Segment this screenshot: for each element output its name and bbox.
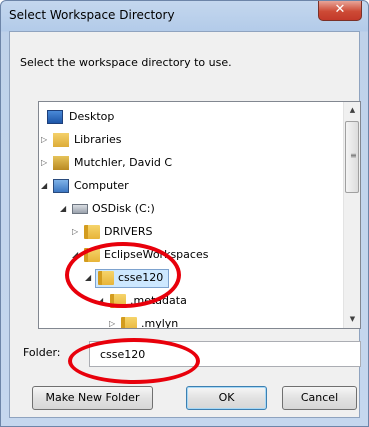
tree-item-label: Desktop (69, 110, 115, 123)
tree-item-label: Computer (74, 179, 129, 192)
tree-item-csse120[interactable]: ◢ csse120 (39, 268, 339, 288)
desktop-icon (47, 110, 63, 124)
instruction-text: Select the workspace directory to use. (20, 56, 232, 69)
expand-arrow-icon[interactable]: ▷ (72, 222, 78, 242)
tree-item-metadata[interactable]: ◢ .metadata (39, 291, 339, 311)
folder-icon (110, 294, 126, 308)
collapse-arrow-icon[interactable]: ◢ (60, 199, 66, 219)
expand-arrow-icon[interactable]: ▷ (109, 314, 115, 328)
tree-item-drivers[interactable]: ▷ DRIVERS (39, 222, 339, 242)
user-folder-icon (53, 156, 69, 170)
folder-tree[interactable]: Desktop ▷ Libraries ▷ Mutchler, David C … (38, 101, 361, 329)
folder-icon (98, 271, 114, 285)
collapse-arrow-icon[interactable]: ◢ (97, 291, 103, 311)
tree-item-osdisk[interactable]: ◢ OSDisk (C:) (39, 199, 339, 219)
tree-item-label: EclipseWorkspaces (104, 248, 209, 261)
close-button[interactable]: ✕ (318, 1, 362, 21)
tree-item-label: Mutchler, David C (74, 156, 173, 169)
expand-arrow-icon[interactable]: ▷ (41, 130, 47, 150)
dialog-window: Select Workspace Directory ✕ Select the … (0, 0, 369, 427)
collapse-arrow-icon[interactable]: ◢ (41, 176, 47, 196)
folder-icon (84, 248, 100, 262)
tree-item-label: DRIVERS (104, 225, 153, 238)
scroll-down-icon[interactable]: ▼ (344, 311, 360, 328)
libraries-icon (53, 133, 69, 147)
tree-item-mylyn[interactable]: ▷ .mylyn (39, 314, 339, 329)
collapse-arrow-icon[interactable]: ◢ (85, 268, 91, 288)
tree-item-computer[interactable]: ◢ Computer (39, 176, 339, 196)
computer-icon (53, 179, 69, 193)
window-title: Select Workspace Directory (9, 8, 175, 22)
folder-icon (121, 317, 137, 328)
folder-path-input[interactable] (89, 341, 361, 367)
title-bar[interactable]: Select Workspace Directory ✕ (1, 1, 368, 31)
scrollbar-thumb[interactable]: ≡ (345, 121, 359, 193)
tree-item-user[interactable]: ▷ Mutchler, David C (39, 153, 339, 173)
folder-icon (84, 225, 100, 239)
disk-drive-icon (72, 204, 88, 214)
tree-item-desktop[interactable]: Desktop (39, 107, 339, 127)
collapse-arrow-icon[interactable]: ◢ (72, 245, 78, 265)
make-new-folder-button[interactable]: Make New Folder (32, 386, 153, 410)
scroll-up-icon[interactable]: ▲ (344, 102, 360, 119)
cancel-button[interactable]: Cancel (282, 386, 357, 410)
grip-icon: ≡ (350, 151, 357, 160)
tree-item-label: Libraries (74, 133, 122, 146)
tree-item-eclipse-workspaces[interactable]: ◢ EclipseWorkspaces (39, 245, 339, 265)
tree-item-libraries[interactable]: ▷ Libraries (39, 130, 339, 150)
tree-item-label: OSDisk (C:) (92, 202, 155, 215)
expand-arrow-icon[interactable]: ▷ (41, 153, 47, 173)
tree-item-label: csse120 (118, 271, 164, 284)
tree-item-label: .metadata (130, 294, 187, 307)
close-icon: ✕ (334, 2, 346, 17)
folder-field-label: Folder: (23, 346, 61, 359)
vertical-scrollbar[interactable]: ▲ ≡ ▼ (343, 102, 360, 328)
ok-button[interactable]: OK (186, 386, 267, 410)
tree-item-label: .mylyn (141, 317, 179, 329)
